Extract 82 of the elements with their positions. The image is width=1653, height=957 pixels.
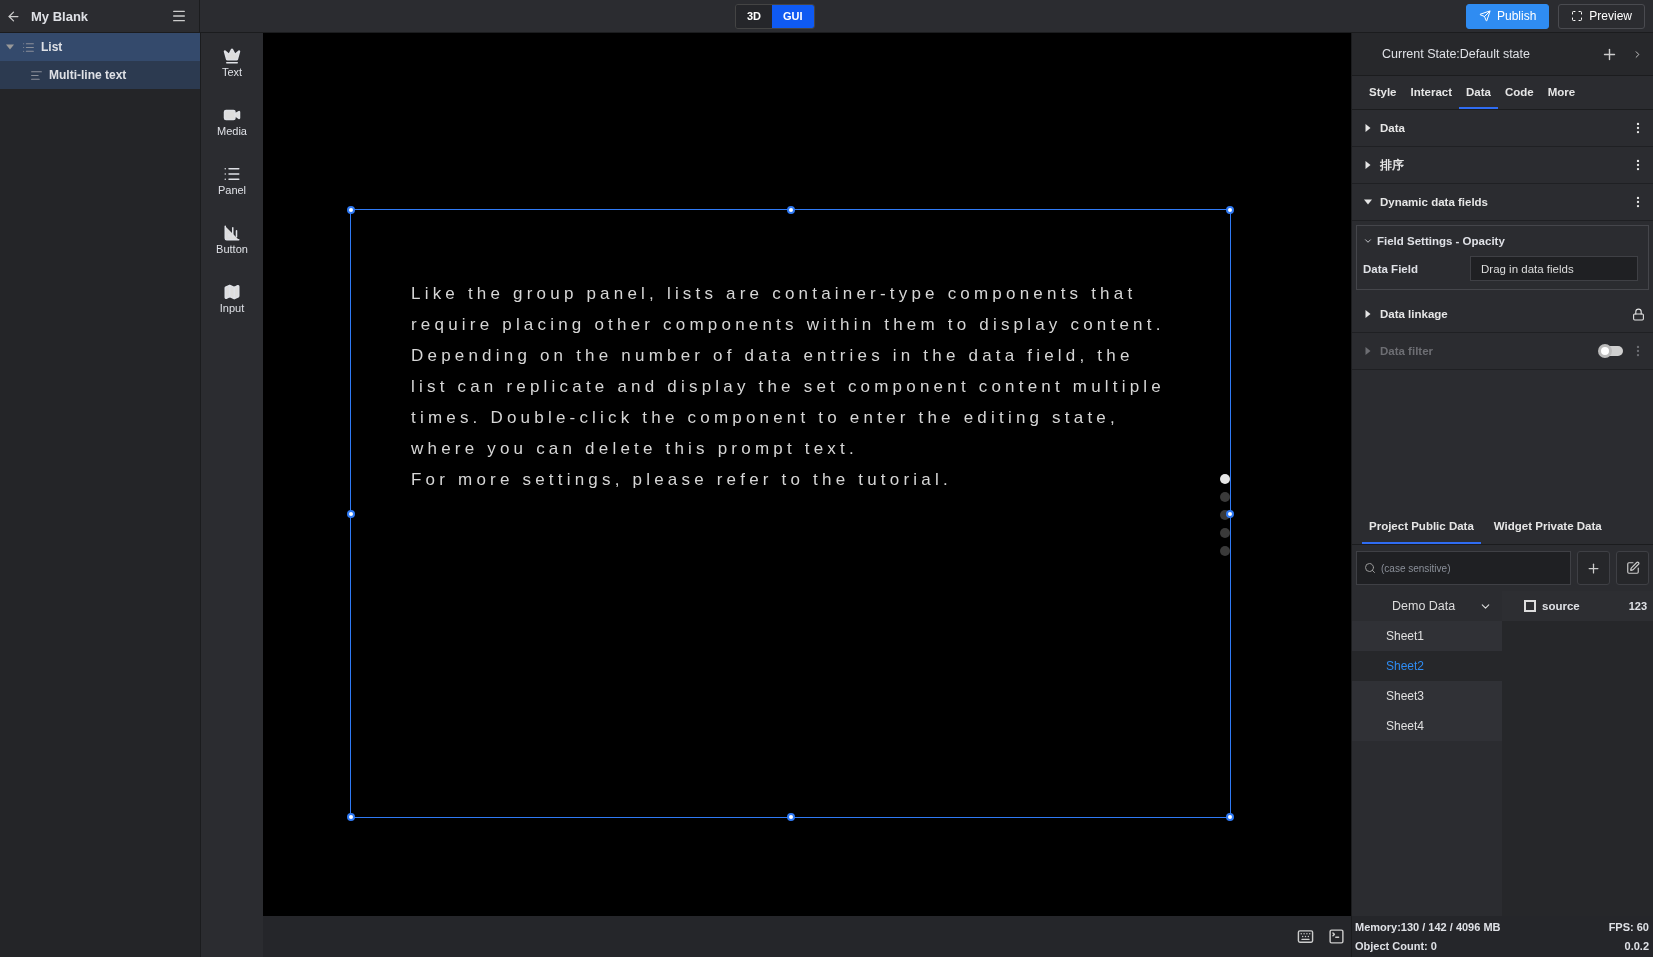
fullscreen-icon — [1571, 10, 1584, 22]
map-icon — [223, 283, 241, 301]
inspector-tab[interactable]: Style — [1362, 76, 1404, 109]
paper-plane-icon — [1478, 10, 1491, 22]
current-state-label: Current State:Default state — [1382, 47, 1531, 61]
prompt-paragraph: Like the group panel, lists are container-type components that require placing other components within them to display content. Depending on the number of data entries in the data field, the list can replicate and display the set component content multiple times. Double-click the component to enter the editing state, where you can delete this prompt text. For more settings, please refer to the tutorial. — [411, 283, 1165, 491]
list-icon — [223, 165, 241, 183]
inspector-tab[interactable]: Code — [1498, 76, 1541, 109]
section-header[interactable]: Data linkage — [1352, 296, 1653, 333]
menu-icon[interactable] — [171, 8, 187, 24]
field-type: 123 — [1628, 600, 1647, 612]
section-title: Data linkage — [1380, 308, 1449, 320]
field-name: source — [1542, 600, 1581, 612]
inspector-tab[interactable]: Interact — [1403, 76, 1460, 109]
resize-handle[interactable] — [1226, 206, 1234, 214]
layer-label: Multi-line text — [49, 68, 127, 82]
section-header[interactable]: Dynamic data fields — [1352, 184, 1653, 221]
mode-tab[interactable]: GUI — [772, 4, 814, 28]
layer-item[interactable]: Multi-line text — [0, 61, 200, 89]
chevron-down-icon[interactable] — [1363, 236, 1373, 246]
resize-handle[interactable] — [786, 206, 795, 214]
caret-right-icon — [1364, 310, 1372, 318]
data-tab[interactable]: Project Public Data — [1362, 510, 1481, 544]
field-settings-title: Field Settings - Opacity — [1377, 235, 1505, 247]
project-title: My Blank — [31, 8, 90, 24]
resize-handle[interactable] — [347, 206, 355, 214]
sheet-item[interactable]: Sheet2 — [1352, 651, 1502, 681]
sheet-item[interactable]: Sheet1 — [1352, 621, 1502, 651]
resize-handle[interactable] — [1226, 813, 1234, 821]
object-count-text: Object Count: 0 — [1355, 939, 1438, 952]
data-field-input[interactable]: Drag in data fields — [1470, 256, 1638, 281]
data-tab[interactable]: Widget Private Data — [1486, 510, 1609, 544]
caret-right-icon — [1364, 161, 1372, 169]
text-block-icon — [30, 68, 43, 82]
sheet-item[interactable]: Sheet4 — [1352, 711, 1502, 741]
section-header[interactable]: Data — [1352, 110, 1653, 147]
lock-icon[interactable] — [1632, 307, 1645, 321]
tool-button[interactable]: Input — [204, 281, 260, 316]
tool-button[interactable]: Panel — [204, 163, 260, 198]
plus-icon — [1586, 560, 1601, 576]
pager-dot[interactable] — [1220, 546, 1230, 556]
resize-handle[interactable] — [1226, 509, 1234, 518]
tool-button[interactable]: Button — [204, 222, 260, 257]
layer-label: List — [41, 40, 63, 54]
section-title: Data filter — [1380, 345, 1435, 357]
selection-frame[interactable] — [350, 209, 1231, 818]
edit-button[interactable] — [1616, 551, 1649, 585]
mode-tab[interactable]: 3D — [736, 4, 773, 28]
caret-right-icon — [1364, 124, 1372, 132]
inspector-tab[interactable]: More — [1540, 76, 1583, 109]
caret-down-icon — [1364, 198, 1372, 206]
memory-text: Memory:130 / 142 / 4096 MB — [1355, 921, 1502, 934]
sheet-item[interactable]: Sheet3 — [1352, 681, 1502, 711]
list-icon — [22, 40, 35, 54]
caret-right-icon — [1364, 347, 1372, 355]
preview-button[interactable]: Preview — [1558, 3, 1645, 29]
resize-handle[interactable] — [347, 509, 355, 518]
tool-button[interactable]: Media — [204, 104, 260, 139]
back-arrow-icon[interactable] — [6, 8, 21, 24]
section-title: Data — [1380, 122, 1406, 134]
search-icon — [1364, 562, 1376, 574]
terminal-icon[interactable] — [1328, 928, 1345, 945]
caret-down-icon[interactable] — [6, 43, 16, 51]
version-text: 0.0.2 — [1623, 939, 1649, 952]
section-header[interactable]: 排序 — [1352, 147, 1653, 184]
pager-dot[interactable] — [1220, 492, 1230, 502]
tool-button[interactable]: Text — [204, 45, 260, 80]
pager-dot[interactable] — [1220, 474, 1230, 484]
field-label: Data Field — [1363, 262, 1418, 275]
inspector-tab[interactable]: Data — [1459, 76, 1498, 109]
pager-dot[interactable] — [1220, 528, 1230, 538]
search-field[interactable]: (case sensitive) — [1356, 551, 1571, 585]
fps-text: FPS: 60 — [1608, 921, 1649, 934]
keyboard-icon[interactable] — [1297, 928, 1314, 945]
crown-icon — [223, 47, 241, 65]
edit-icon — [1625, 561, 1640, 575]
resize-handle[interactable] — [786, 813, 795, 821]
resize-handle[interactable] — [347, 813, 355, 821]
checkbox[interactable] — [1524, 600, 1536, 612]
section-title: 排序 — [1380, 157, 1405, 173]
section-title: Dynamic data fields — [1380, 196, 1489, 208]
layer-item[interactable]: List — [0, 33, 200, 61]
